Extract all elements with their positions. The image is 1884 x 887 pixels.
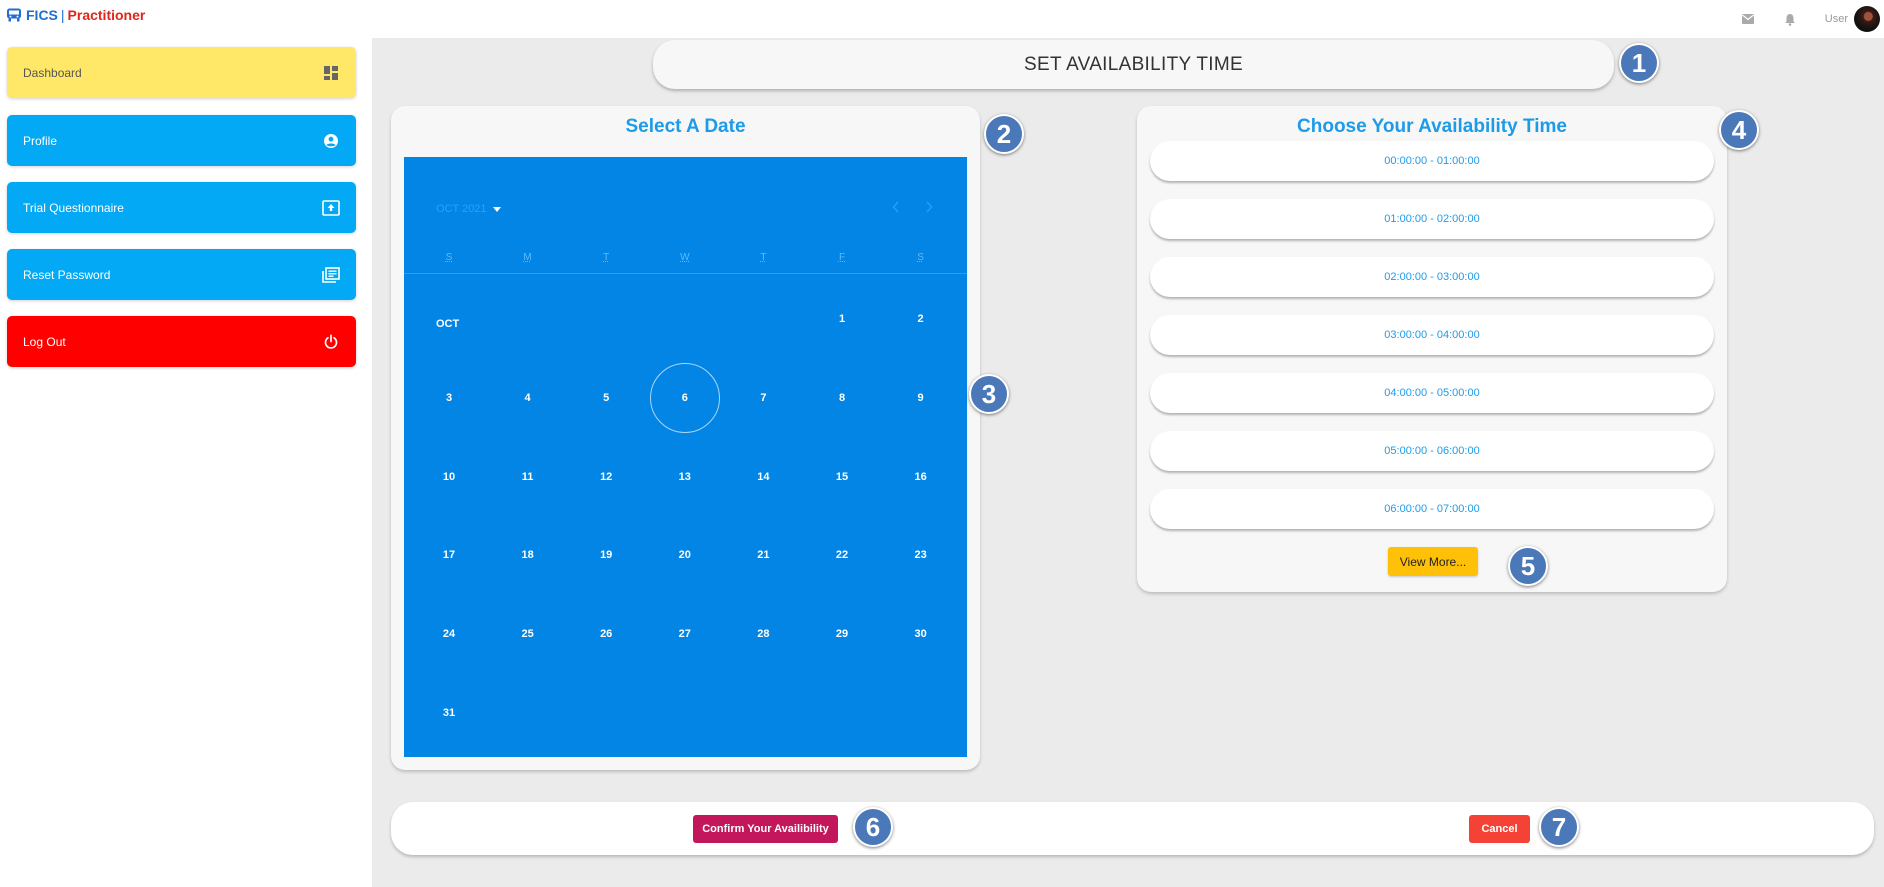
sidebar-item-label: Reset Password xyxy=(23,267,111,282)
sidebar-item-label: Trial Questionnaire xyxy=(23,200,124,215)
view-more-button[interactable]: View More... xyxy=(1388,547,1478,576)
calendar-day[interactable]: 5 xyxy=(571,363,641,433)
user-label[interactable]: User xyxy=(1825,13,1848,25)
time-slot-button[interactable]: 00:00:00 - 01:00:00 xyxy=(1150,141,1714,181)
brand-name: FICS xyxy=(26,7,58,23)
sidebar-item-trial-questionnaire[interactable]: Trial Questionnaire xyxy=(7,182,356,233)
brand-separator: | xyxy=(60,7,65,23)
date-picker-title: Select A Date xyxy=(625,116,746,137)
previous-month-icon[interactable] xyxy=(888,199,904,215)
weekday-label: W xyxy=(680,252,690,263)
sidebar-item-profile[interactable]: Profile xyxy=(7,115,356,166)
brand-role: Practitioner xyxy=(67,7,146,23)
availability-time-card: Choose Your Availability Time View More.… xyxy=(1137,106,1727,592)
time-slot-button[interactable]: 03:00:00 - 04:00:00 xyxy=(1150,315,1714,355)
calendar-day[interactable]: 3 xyxy=(414,363,484,433)
calendar-day[interactable]: 21 xyxy=(728,520,798,590)
upload-box-icon xyxy=(322,199,340,217)
confirm-availability-button[interactable]: Confirm Your Availibility xyxy=(693,815,838,843)
calendar-day[interactable]: 23 xyxy=(886,520,956,590)
weekday-label: T xyxy=(603,252,610,263)
calendar-day-today[interactable]: 6 xyxy=(649,362,720,433)
month-year-label: OCT 2021 xyxy=(436,203,487,215)
step-marker: 2 xyxy=(984,114,1024,154)
library-books-icon xyxy=(322,266,340,284)
sidebar-item-dashboard[interactable]: Dashboard xyxy=(7,47,356,98)
time-slot-button[interactable]: 02:00:00 - 03:00:00 xyxy=(1150,257,1714,297)
weekday-label: S xyxy=(917,252,924,263)
account-circle-icon xyxy=(322,132,340,150)
calendar-day[interactable]: 8 xyxy=(807,363,877,433)
month-label: OCT xyxy=(436,318,460,330)
sidebar: Dashboard Profile Trial Questionnaire Re… xyxy=(0,38,372,887)
calendar-divider xyxy=(404,273,967,274)
calendar-day[interactable]: 9 xyxy=(886,363,956,433)
calendar-day[interactable]: 16 xyxy=(886,442,956,512)
calendar-day[interactable]: 13 xyxy=(650,442,720,512)
bell-icon[interactable] xyxy=(1783,12,1797,26)
bus-icon xyxy=(6,8,22,22)
top-bar: FICS | Practitioner User xyxy=(0,0,1884,38)
step-marker: 1 xyxy=(1619,43,1659,83)
sidebar-item-label: Dashboard xyxy=(23,65,82,80)
availability-time-title: Choose Your Availability Time xyxy=(1297,116,1567,137)
step-marker: 5 xyxy=(1508,546,1548,586)
time-slot-button[interactable]: 05:00:00 - 06:00:00 xyxy=(1150,431,1714,471)
avatar[interactable] xyxy=(1854,6,1880,32)
action-bar: Confirm Your Availibility Cancel xyxy=(391,802,1874,855)
calendar: OCT 2021 SMTWTFS OCT 1 2 3 4 5 6 7 8 9 10 11 12 13 14… xyxy=(404,157,967,757)
time-slot-button[interactable]: 01:00:00 - 02:00:00 xyxy=(1150,199,1714,239)
calendar-day[interactable]: 1 xyxy=(807,284,877,354)
calendar-day[interactable]: 14 xyxy=(728,442,798,512)
calendar-day[interactable]: 10 xyxy=(414,442,484,512)
mail-icon[interactable] xyxy=(1741,12,1755,26)
date-picker-card: Select A Date OCT 2021 SMTWTFS OCT 12345… xyxy=(391,106,980,770)
time-slot-button[interactable]: 06:00:00 - 07:00:00 xyxy=(1150,489,1714,529)
calendar-day[interactable]: 27 xyxy=(650,599,720,669)
calendar-day[interactable]: 19 xyxy=(571,520,641,590)
weekday-header: SMTWTFS xyxy=(404,252,967,266)
calendar-day[interactable]: 24 xyxy=(414,599,484,669)
sidebar-item-label: Log Out xyxy=(23,334,66,349)
sidebar-item-log-out[interactable]: Log Out xyxy=(7,316,356,367)
step-marker: 6 xyxy=(853,807,893,847)
calendar-day[interactable]: 2 xyxy=(886,284,956,354)
step-marker: 4 xyxy=(1719,110,1759,150)
calendar-day[interactable]: 31 xyxy=(414,678,484,748)
sidebar-item-label: Profile xyxy=(23,133,58,148)
month-year-selector[interactable]: OCT 2021 xyxy=(436,203,501,215)
calendar-day[interactable]: 18 xyxy=(493,520,563,590)
calendar-day[interactable]: 29 xyxy=(807,599,877,669)
power-icon xyxy=(322,333,340,351)
cancel-button[interactable]: Cancel xyxy=(1469,815,1530,843)
calendar-day[interactable]: 15 xyxy=(807,442,877,512)
calendar-day[interactable]: 11 xyxy=(493,442,563,512)
sidebar-item-reset-password[interactable]: Reset Password xyxy=(7,249,356,300)
dashboard-icon xyxy=(322,64,340,82)
calendar-day[interactable]: 7 xyxy=(728,363,798,433)
chevron-down-icon xyxy=(492,206,501,212)
calendar-day[interactable]: 20 xyxy=(650,520,720,590)
calendar-day[interactable]: 22 xyxy=(807,520,877,590)
step-marker: 7 xyxy=(1539,807,1579,847)
calendar-day[interactable]: 17 xyxy=(414,520,484,590)
weekday-label: M xyxy=(523,252,532,263)
calendar-day[interactable]: 30 xyxy=(886,599,956,669)
calendar-day[interactable]: 4 xyxy=(493,363,563,433)
weekday-label: S xyxy=(445,252,453,263)
brand-logo[interactable]: FICS | Practitioner xyxy=(6,7,145,23)
next-month-icon[interactable] xyxy=(921,199,937,215)
weekday-label: T xyxy=(760,252,767,263)
time-slot-button[interactable]: 04:00:00 - 05:00:00 xyxy=(1150,373,1714,413)
calendar-day[interactable]: 25 xyxy=(493,599,563,669)
calendar-day[interactable]: 12 xyxy=(571,442,641,512)
page-title: SET AVAILABILITY TIME xyxy=(653,40,1614,89)
step-marker: 3 xyxy=(969,374,1009,414)
calendar-day[interactable]: 28 xyxy=(728,599,798,669)
weekday-label: F xyxy=(838,252,846,263)
calendar-day[interactable]: 26 xyxy=(571,599,641,669)
